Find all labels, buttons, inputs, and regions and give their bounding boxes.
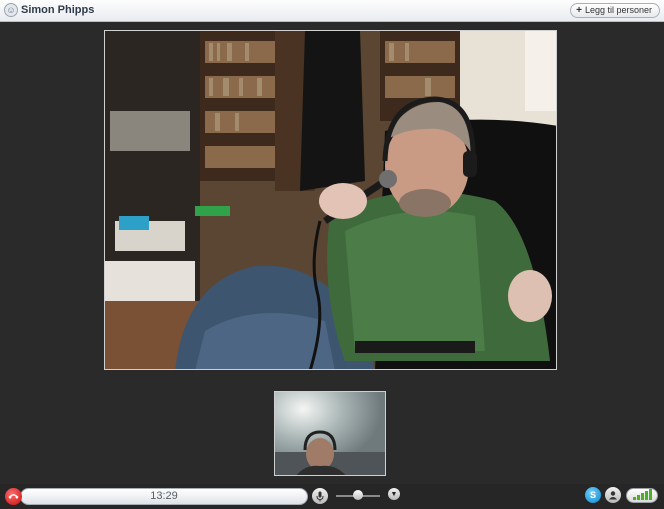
signal-bar-5: [648, 489, 652, 500]
signal-bar-3: [640, 493, 644, 500]
add-people-button[interactable]: + Legg til personer: [570, 3, 660, 18]
contact-button[interactable]: [605, 487, 621, 503]
microphone-button[interactable]: [312, 488, 328, 504]
chevron-down-icon: ▼: [390, 490, 398, 498]
signal-bar-4: [644, 491, 648, 500]
contact-name: Simon Phipps: [21, 4, 95, 16]
self-video-preview: [274, 391, 386, 476]
call-timer-bar: 13:29: [20, 488, 308, 505]
skype-button[interactable]: S: [585, 487, 601, 503]
skype-icon: S: [589, 490, 596, 500]
remote-video-feed: [104, 30, 557, 370]
hangup-button[interactable]: [5, 488, 22, 505]
signal-bar-2: [636, 495, 640, 500]
phone-hangup-icon: [8, 494, 19, 499]
microphone-icon: [316, 491, 324, 501]
remote-video-image: [105, 31, 556, 369]
call-options-button[interactable]: ▼: [388, 488, 400, 500]
call-quality-button[interactable]: [626, 488, 658, 503]
title-bar: ☺ Simon Phipps + Legg til personer: [0, 0, 664, 22]
call-controls-bar: 13:29 ▼ S: [0, 484, 664, 509]
plus-icon: +: [576, 5, 582, 16]
volume-slider-handle[interactable]: [353, 490, 363, 500]
skype-contact-icon: ☺: [4, 3, 18, 17]
signal-bar-1: [632, 497, 636, 500]
call-duration: 13:29: [150, 490, 178, 502]
add-people-label: Legg til personer: [584, 5, 652, 15]
contact-icon: [609, 491, 617, 500]
self-video-image: [275, 392, 385, 475]
